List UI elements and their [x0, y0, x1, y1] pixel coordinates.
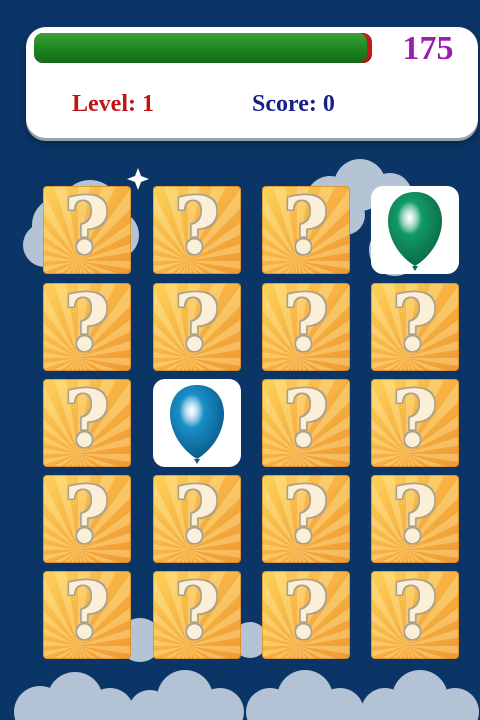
card-revealed[interactable] — [153, 379, 241, 467]
card-hidden[interactable]: ? — [371, 475, 459, 563]
card-hidden[interactable]: ? — [262, 186, 350, 274]
question-mark-icon: ? — [283, 379, 329, 465]
question-mark-icon: ? — [283, 186, 329, 272]
card-revealed[interactable] — [371, 186, 459, 274]
question-mark-icon: ? — [64, 283, 110, 369]
question-mark-icon: ? — [64, 475, 110, 561]
question-mark-icon: ? — [174, 475, 220, 561]
card-hidden[interactable]: ? — [43, 379, 131, 467]
card-hidden[interactable]: ? — [153, 475, 241, 563]
question-mark-icon: ? — [64, 379, 110, 465]
question-mark-icon: ? — [283, 475, 329, 561]
card-hidden[interactable]: ? — [43, 571, 131, 659]
question-mark-icon: ? — [64, 571, 110, 657]
question-mark-icon: ? — [64, 186, 110, 272]
question-mark-icon: ? — [174, 283, 220, 369]
question-mark-icon: ? — [283, 283, 329, 369]
question-mark-icon: ? — [392, 379, 438, 465]
question-mark-icon: ? — [283, 571, 329, 657]
card-hidden[interactable]: ? — [153, 283, 241, 371]
card-hidden[interactable]: ? — [371, 283, 459, 371]
card-hidden[interactable]: ? — [262, 475, 350, 563]
card-hidden[interactable]: ? — [43, 283, 131, 371]
card-hidden[interactable]: ? — [371, 571, 459, 659]
card-hidden[interactable]: ? — [262, 283, 350, 371]
question-mark-icon: ? — [174, 186, 220, 272]
card-hidden[interactable]: ? — [153, 186, 241, 274]
card-hidden[interactable]: ? — [153, 571, 241, 659]
card-hidden[interactable]: ? — [262, 571, 350, 659]
question-mark-icon: ? — [392, 475, 438, 561]
card-hidden[interactable]: ? — [43, 475, 131, 563]
card-grid: ?????????????????? — [0, 0, 480, 720]
card-hidden[interactable]: ? — [262, 379, 350, 467]
card-hidden[interactable]: ? — [371, 379, 459, 467]
card-hidden[interactable]: ? — [43, 186, 131, 274]
question-mark-icon: ? — [392, 283, 438, 369]
question-mark-icon: ? — [174, 571, 220, 657]
question-mark-icon: ? — [392, 571, 438, 657]
